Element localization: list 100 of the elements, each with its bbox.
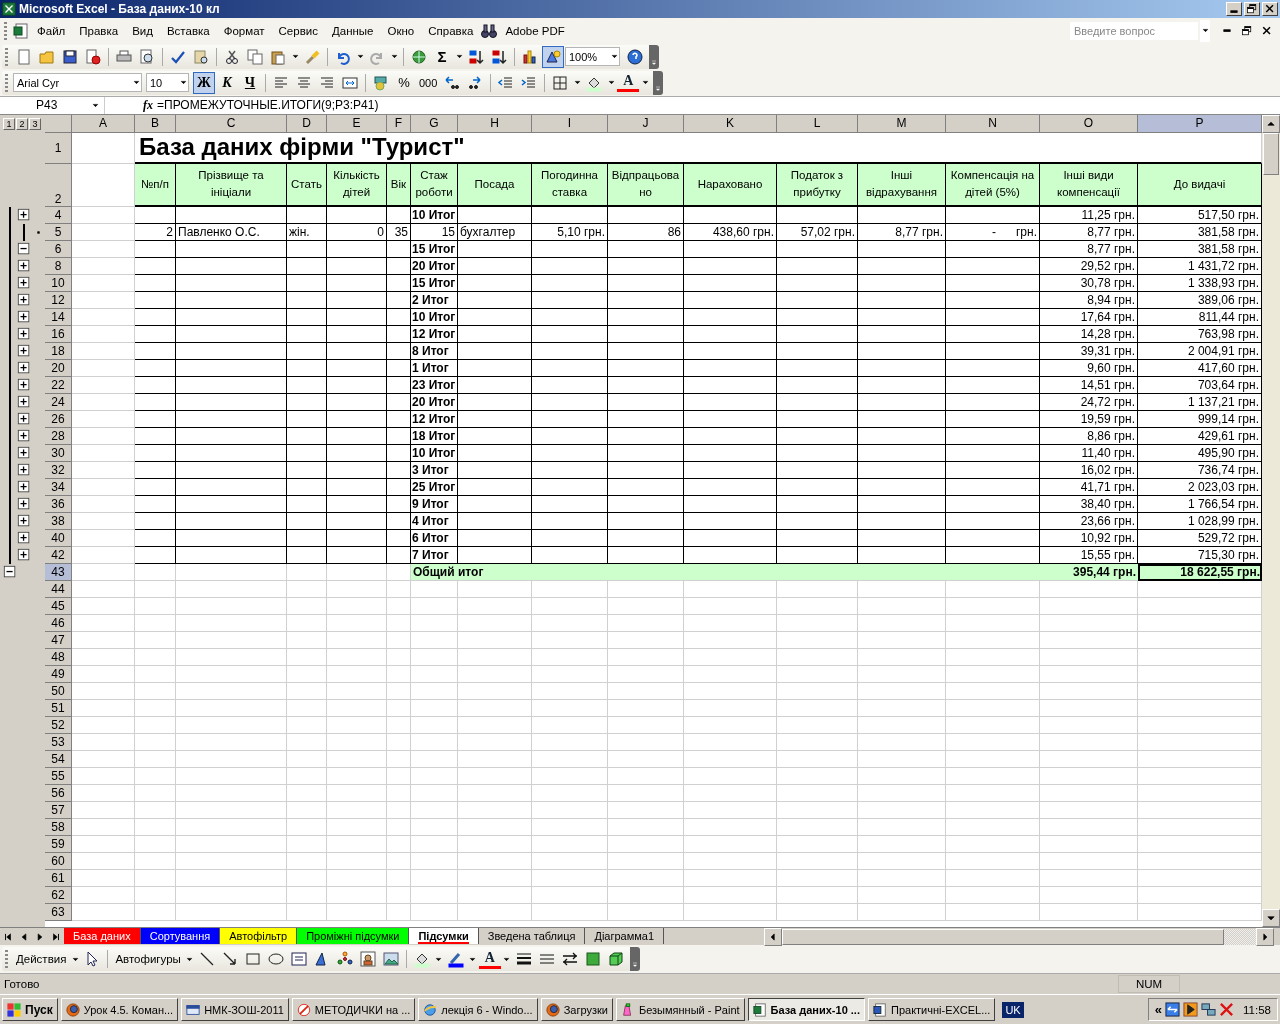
table-cell: 8,86 грн. [1040, 427, 1138, 445]
taskbar-button[interactable]: Урок 4.5. Коман... [60, 998, 179, 1022]
table-cell: 11,40 грн. [1040, 444, 1138, 462]
table-cell: 57,02 грн. [777, 223, 858, 241]
taskbar-button[interactable]: Безымянный - Paint [615, 998, 745, 1022]
italic-button[interactable]: К [216, 71, 238, 94]
table-cell: 15 Итог [411, 274, 458, 292]
column-heading: Відпрацьовано [608, 163, 684, 207]
row-header[interactable]: 1 [45, 132, 72, 164]
menu-item[interactable]: Adobe PDF [499, 22, 571, 39]
language-indicator[interactable]: UK [1002, 1001, 1024, 1018]
sheet-tab[interactable]: База даних [64, 928, 141, 945]
column-heading: Інші види компенсації [1040, 163, 1138, 207]
font-color-button[interactable]: A [617, 73, 640, 93]
menu-item[interactable]: Окно [381, 22, 421, 39]
table-cell: 9 Итог [411, 495, 458, 513]
sheet-tab[interactable]: Сортування [140, 928, 221, 945]
column-heading: Компенсація на дітей (5%) [946, 163, 1040, 207]
font-dropdown[interactable]: Arial Cyr [13, 73, 142, 93]
column-heading: Стать [287, 163, 327, 207]
underline-button[interactable]: Ч [239, 71, 261, 94]
outline-level-button[interactable]: 1 [3, 117, 15, 130]
taskbar-button[interactable]: МЕТОДИЧКИ на ... [291, 998, 416, 1022]
table-cell: Павленко О.С. [176, 223, 287, 241]
table-cell: 14,51 грн. [1040, 376, 1138, 394]
font-size-dropdown[interactable]: 10 [146, 73, 189, 93]
table-cell: 20 Итог [411, 393, 458, 411]
menu-item[interactable]: Справка [422, 22, 480, 39]
tray-expand-button[interactable]: « [1154, 1002, 1163, 1018]
table-cell: 8,77 грн. [1040, 223, 1138, 241]
help-search-field[interactable]: Введите вопрос [1070, 21, 1198, 40]
table-cell: 2 [135, 223, 176, 241]
bold-button[interactable]: Ж [193, 71, 215, 94]
column-heading: Погодинна ставка [532, 163, 608, 207]
column-heading: Вік [387, 163, 411, 207]
menu-item[interactable]: Сервис [272, 22, 324, 39]
outline-level-button[interactable]: 2 [16, 117, 28, 130]
menu-item[interactable]: Вставка [160, 22, 216, 39]
autoshapes-menu-button[interactable]: Автофигуры [112, 948, 184, 971]
table-cell: 23,66 грн. [1040, 512, 1138, 530]
sheet-tab[interactable]: Підсумки [409, 928, 479, 945]
autosum-button[interactable]: Σ [431, 45, 453, 68]
sheet-tab[interactable]: Проміжні підсумки [297, 928, 410, 945]
table-cell: 5,10 грн. [532, 223, 608, 241]
taskbar-button[interactable]: Практичні-EXCEL... [868, 998, 996, 1022]
table-cell: 20 Итог [411, 257, 458, 275]
taskbar-button[interactable]: НМК-ЗОШ-2011 [181, 998, 289, 1022]
name-box[interactable]: P43 [0, 96, 105, 114]
table-cell: 18 Итог [411, 427, 458, 445]
table-cell: 3 Итог [411, 461, 458, 479]
formula-field[interactable]: =ПРОМЕЖУТОЧНЫЕ.ИТОГИ(9;P3:P41) [157, 98, 379, 113]
menu-item[interactable]: Данные [325, 22, 380, 39]
table-cell: 86 [608, 223, 684, 241]
font-color-button[interactable]: A [478, 949, 501, 969]
table-cell: 4 Итог [411, 512, 458, 530]
table-cell: 17,64 грн. [1040, 308, 1138, 326]
table-cell: 10,92 грн. [1040, 529, 1138, 547]
outline-level-button[interactable]: 3 [29, 117, 41, 130]
table-cell: 0 [327, 223, 387, 241]
table-cell: 10 Итог [411, 444, 458, 462]
column-heading: Прізвище та ініціали [176, 163, 287, 207]
window-title: Microsoft Excel - База даних-10 кл [19, 1, 220, 16]
actions-menu-button[interactable]: Действия [13, 948, 70, 971]
table-cell: жін. [287, 223, 327, 241]
taskbar-button[interactable]: Загрузки [540, 998, 613, 1022]
table-cell: 8,94 грн. [1040, 291, 1138, 309]
column-heading: Податок з прибутку [777, 163, 858, 207]
table-cell: 8,77 грн. [858, 223, 946, 241]
table-cell: 16,02 грн. [1040, 461, 1138, 479]
table-cell: 12 Итог [411, 410, 458, 428]
function-label: fx [142, 97, 154, 113]
table-cell: 15,55 грн. [1040, 546, 1138, 564]
column-heading: Нараховано [684, 163, 777, 207]
start-button[interactable]: Пуск [2, 998, 58, 1022]
column-heading: Кількість дітей [327, 163, 387, 207]
thousands-button[interactable]: 000 [416, 71, 441, 94]
table-cell: бухгалтер [458, 223, 532, 241]
table-cell: 9,60 грн. [1040, 359, 1138, 377]
table-cell: 35 [387, 223, 411, 241]
menu-item[interactable]: Файл [31, 22, 72, 39]
table-cell: 24,72 грн. [1040, 393, 1138, 411]
table-cell: 41,71 грн. [1040, 478, 1138, 496]
num-lock-indicator: NUM [1118, 975, 1180, 994]
clock: 11:58 [1243, 1003, 1271, 1016]
zoom-dropdown[interactable]: 100% [565, 47, 620, 67]
taskbar-button[interactable]: База даних-10 ... [747, 998, 865, 1022]
sheet-tab[interactable]: Автофільтр [220, 928, 298, 945]
menu-item[interactable]: Правка [73, 22, 125, 39]
table-cell: 8,77 грн. [1040, 240, 1138, 258]
row-header[interactable]: 2 [45, 163, 72, 207]
menu-item[interactable]: Вид [126, 22, 159, 39]
table-cell: 29,52 грн. [1040, 257, 1138, 275]
column-heading: Інші відрахування [858, 163, 946, 207]
table-cell: 38,40 грн. [1040, 495, 1138, 513]
table-cell: 15 Итог [411, 240, 458, 258]
taskbar-button[interactable]: лекція 6 - Windo... [418, 998, 538, 1022]
menu-item[interactable]: Формат [217, 22, 271, 39]
table-cell: 11,25 грн. [1040, 206, 1138, 224]
table-cell: 12 Итог [411, 325, 458, 343]
percent-button[interactable]: % [393, 71, 415, 94]
